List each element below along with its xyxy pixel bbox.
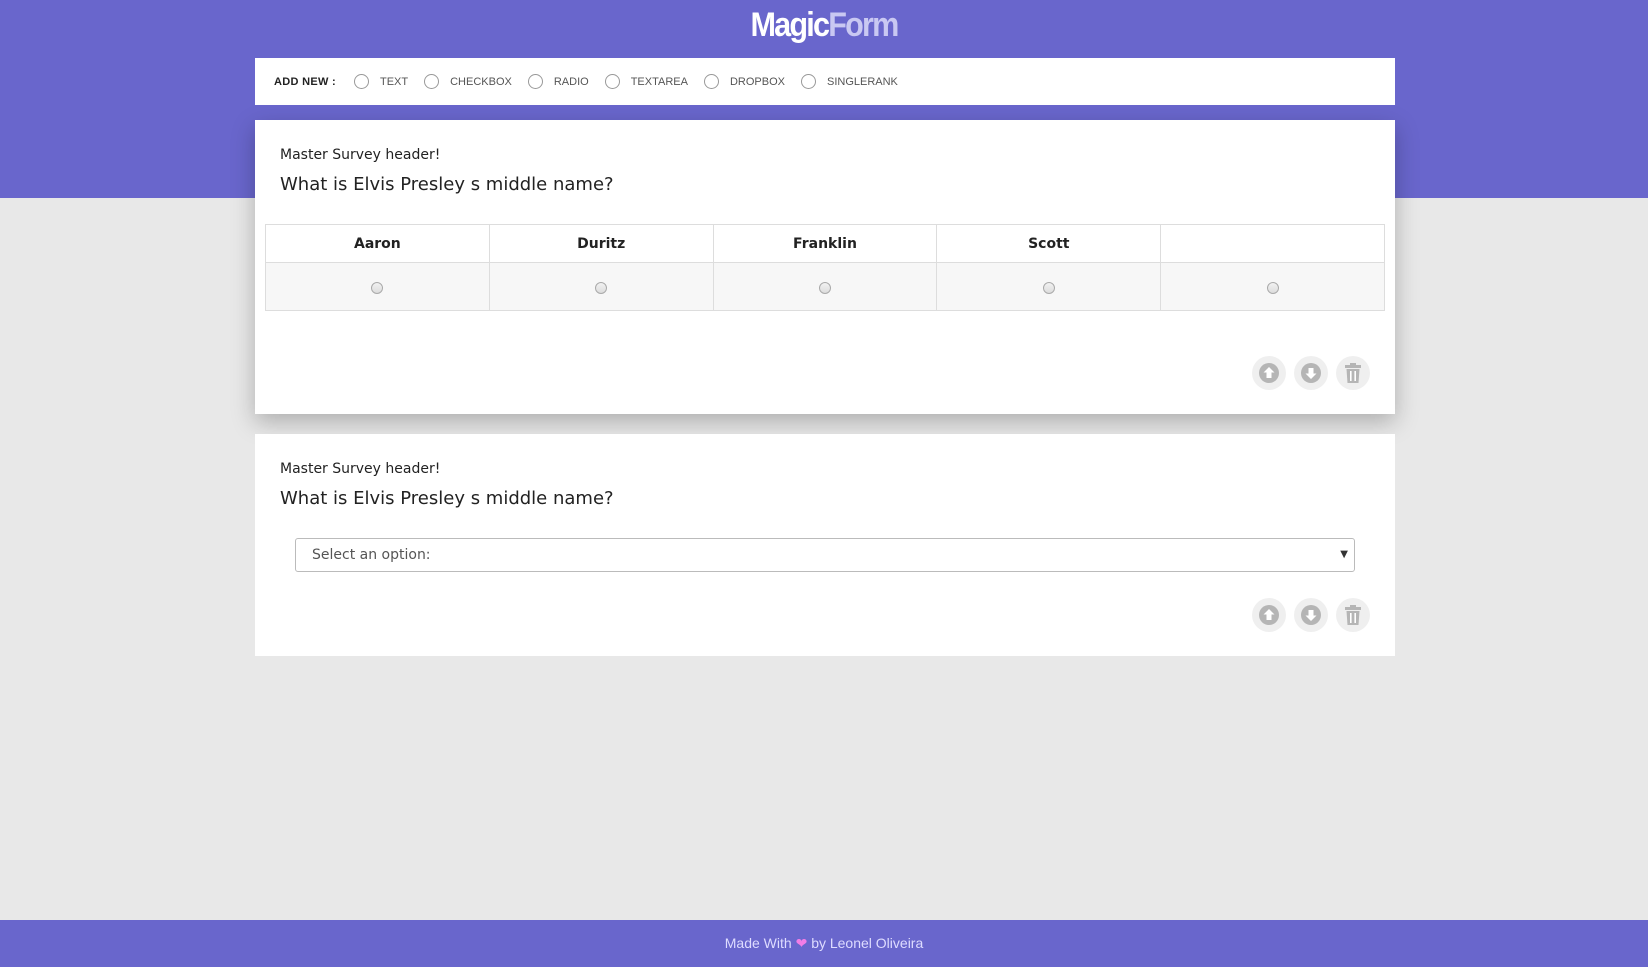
rank-column-header: Franklin: [712, 224, 938, 263]
option-select[interactable]: Select an option: ▼: [295, 538, 1355, 572]
rank-cell: [488, 262, 714, 311]
add-singlerank-option[interactable]: SINGLERANK: [800, 74, 898, 89]
rank-radio[interactable]: [1266, 281, 1279, 294]
arrow-circle-down-icon: [1301, 363, 1321, 383]
rank-table: Aaron Duritz Franklin Scott: [265, 224, 1385, 311]
question-card-singlerank: Master Survey header! What is Elvis Pres…: [255, 120, 1395, 414]
question-actions: [1244, 356, 1370, 390]
delete-button[interactable]: [1336, 356, 1370, 390]
trash-icon: [1345, 605, 1361, 625]
rank-cell: [265, 262, 490, 311]
survey-header: Master Survey header!: [280, 461, 441, 477]
delete-button[interactable]: [1336, 598, 1370, 632]
question-card-dropbox: Master Survey header! What is Elvis Pres…: [255, 434, 1395, 656]
move-down-button[interactable]: [1294, 356, 1328, 390]
arrow-circle-up-icon: [1259, 605, 1279, 625]
add-textarea-option[interactable]: TEXTAREA: [604, 74, 688, 89]
radio-circle-icon[interactable]: [800, 74, 816, 89]
rank-cell: [1160, 262, 1385, 311]
add-checkbox-option[interactable]: CHECKBOX: [424, 74, 512, 89]
radio-circle-icon[interactable]: [604, 74, 620, 89]
app-logo: MagicForm: [82, 6, 1565, 52]
option-label: SINGLERANK: [826, 75, 898, 88]
add-new-toolbar: ADD NEW : TEXT CHECKBOX RADIO TEXTAREA D…: [255, 58, 1395, 105]
select-placeholder: Select an option:: [312, 547, 431, 563]
trash-icon: [1345, 363, 1361, 383]
rank-radio[interactable]: [818, 281, 831, 294]
rank-column-header: Aaron: [265, 224, 490, 263]
option-label: DROPBOX: [729, 75, 785, 88]
radio-circle-icon[interactable]: [703, 74, 719, 89]
question-actions: [1244, 598, 1370, 632]
add-radio-option[interactable]: RADIO: [527, 74, 589, 89]
move-up-button[interactable]: [1252, 598, 1286, 632]
radio-circle-icon[interactable]: [353, 74, 369, 89]
dropdown-caret-icon: ▼: [1340, 549, 1348, 560]
radio-circle-icon[interactable]: [527, 74, 543, 89]
rank-radio[interactable]: [595, 281, 608, 294]
add-dropbox-option[interactable]: DROPBOX: [703, 74, 785, 89]
page-footer: Made With ❤ by Leonel Oliveira: [0, 920, 1648, 967]
logo-part-form: Form: [828, 6, 899, 44]
add-text-option[interactable]: TEXT: [353, 74, 409, 89]
logo-part-magic: Magic: [750, 6, 830, 44]
rank-radio[interactable]: [371, 281, 384, 294]
heart-icon: ❤: [795, 935, 808, 951]
question-title: What is Elvis Presley s middle name?: [280, 174, 614, 195]
add-new-label: ADD NEW :: [274, 75, 336, 88]
option-label: CHECKBOX: [450, 75, 512, 88]
radio-circle-icon[interactable]: [424, 74, 440, 89]
option-label: TEXT: [379, 75, 409, 88]
footer-author: by Leonel Oliveira: [811, 935, 924, 951]
rank-column-header: Duritz: [488, 224, 714, 263]
footer-made-with: Made With: [724, 935, 792, 951]
rank-cell: [712, 262, 938, 311]
arrow-circle-down-icon: [1301, 605, 1321, 625]
rank-cell: [936, 262, 1162, 311]
question-title: What is Elvis Presley s middle name?: [280, 488, 614, 509]
move-down-button[interactable]: [1294, 598, 1328, 632]
rank-column-header: [1160, 224, 1385, 263]
arrow-circle-up-icon: [1259, 363, 1279, 383]
rank-column-header: Scott: [936, 224, 1162, 263]
option-label: TEXTAREA: [630, 75, 688, 88]
rank-radio[interactable]: [1042, 281, 1055, 294]
option-label: RADIO: [553, 75, 589, 88]
move-up-button[interactable]: [1252, 356, 1286, 390]
survey-header: Master Survey header!: [280, 147, 441, 163]
